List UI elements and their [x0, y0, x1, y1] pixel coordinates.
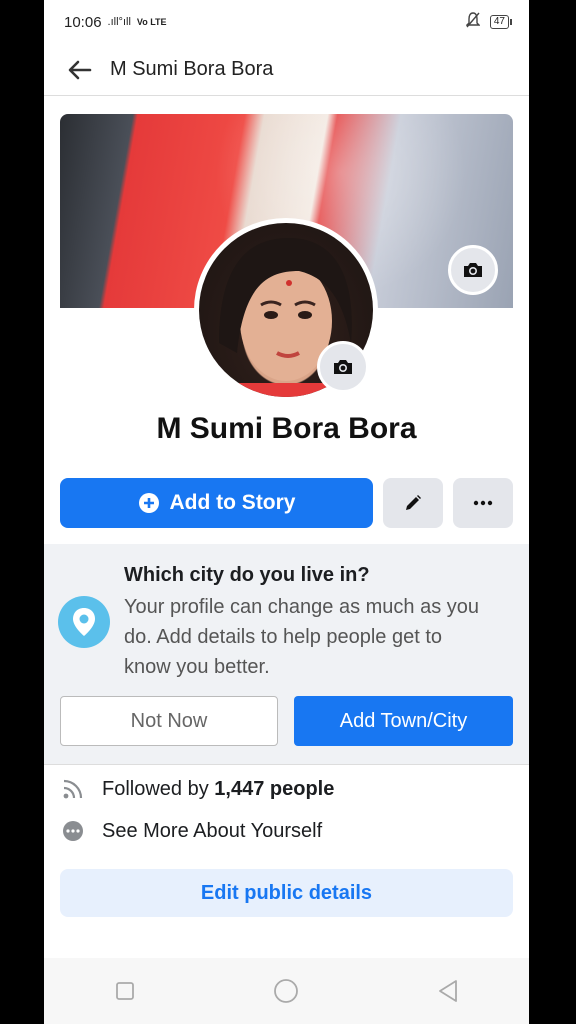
prompt-buttons: Not Now Add Town/City: [60, 696, 513, 748]
back-nav-button[interactable]: [428, 971, 468, 1011]
mute-icon: [465, 12, 481, 32]
edit-profile-button[interactable]: [383, 478, 443, 528]
top-header: M Sumi Bora Bora: [44, 44, 529, 96]
city-prompt-card: Which city do you live in? Your profile …: [44, 544, 529, 765]
add-to-story-button[interactable]: Add to Story: [60, 478, 373, 528]
location-pin-icon: [58, 596, 110, 648]
status-bar: 10:06 .ıll°ıll Vo LTE 47: [44, 0, 529, 44]
back-button[interactable]: [58, 48, 102, 92]
profile-action-row: Add to Story: [60, 478, 513, 528]
prompt-title: Which city do you live in?: [124, 564, 370, 586]
pencil-icon: [406, 495, 421, 510]
see-more-label: See More About Yourself: [102, 819, 323, 842]
screen: 10:06 .ıll°ıll Vo LTE 47 M Sumi Bora Bor…: [44, 0, 529, 1024]
recent-apps-button[interactable]: [105, 971, 145, 1011]
plus-circle-icon: [138, 493, 159, 513]
profile-camera-button[interactable]: [317, 341, 369, 393]
more-circle-icon: [60, 818, 86, 844]
network-indicator: Vo LTE: [136, 17, 167, 27]
signal-indicator: .ıll°ıll: [107, 16, 131, 28]
rss-feed-icon: [60, 776, 86, 802]
status-time: 10:06: [64, 13, 102, 31]
more-options-button[interactable]: [453, 478, 513, 528]
header-title: M Sumi Bora Bora: [110, 58, 274, 80]
prompt-body: Your profile can change as much as you d…: [124, 596, 480, 678]
add-town-city-button[interactable]: Add Town/City: [294, 696, 513, 746]
triangle-back-icon: [439, 980, 458, 1002]
see-more-about-row[interactable]: See More About Yourself: [60, 813, 513, 849]
battery-icon: 47: [489, 15, 513, 29]
more-dots-icon: [473, 500, 493, 506]
back-arrow-icon: [68, 60, 92, 79]
circle-icon: [274, 979, 299, 1003]
camera-icon: [464, 263, 482, 277]
camera-icon: [334, 360, 352, 374]
system-nav-bar: [44, 958, 529, 1024]
followers-count: 1,447 people: [214, 777, 335, 800]
not-now-button[interactable]: Not Now: [60, 696, 278, 746]
followers-row[interactable]: Followed by 1,447 people: [60, 771, 513, 807]
cover-camera-button[interactable]: [448, 245, 498, 295]
followed-by-label: Followed by: [102, 777, 209, 800]
square-icon: [115, 982, 134, 1000]
add-to-story-label: Add to Story: [169, 491, 296, 514]
home-button[interactable]: [266, 971, 306, 1011]
profile-name: M Sumi Bora Bora: [156, 412, 417, 445]
edit-public-details-button[interactable]: Edit public details: [60, 869, 513, 917]
